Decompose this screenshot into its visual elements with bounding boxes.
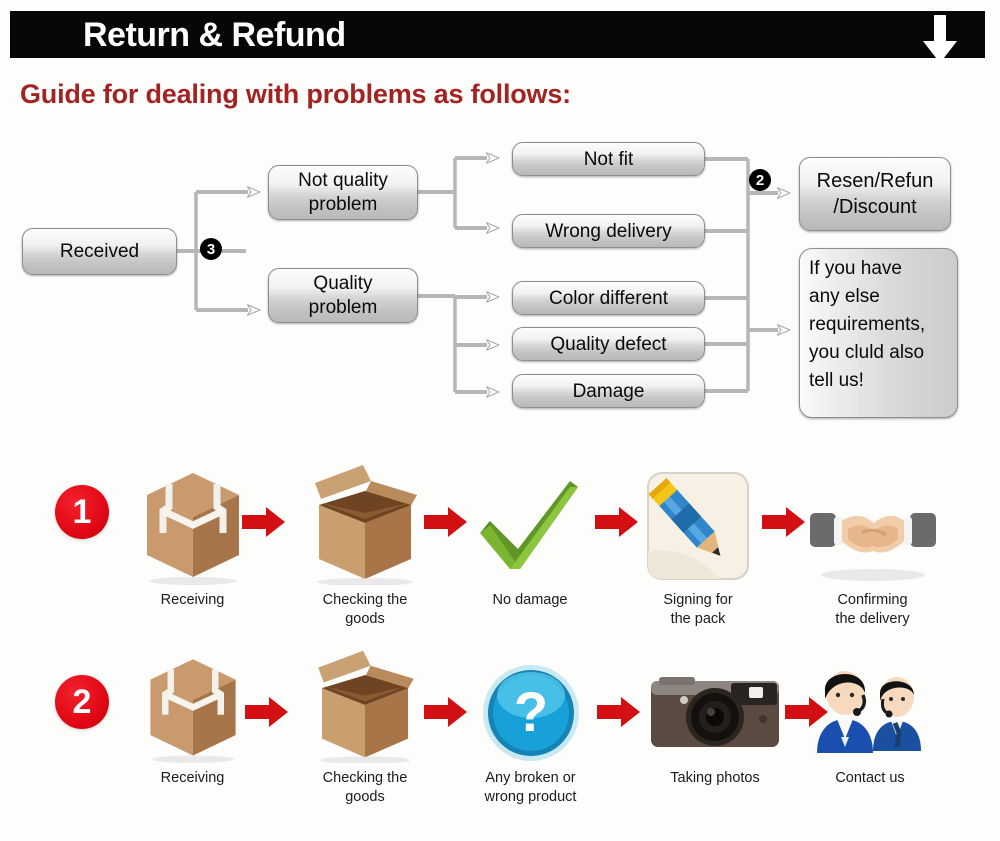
step-item-receiving-1[interactable]: Receiving [130, 455, 255, 610]
badge-two: 2 [749, 169, 771, 191]
step-item-broken-or-wrong-label: Any broken or wrong product [484, 770, 577, 805]
handshake-icon [809, 513, 936, 581]
step-item-receiving-1-label: Receiving [160, 592, 225, 608]
step-item-checking-goods-2-label: Checking the goods [322, 770, 408, 805]
support-people-icon [817, 671, 921, 753]
red-arrow-icon [424, 697, 467, 727]
step-item-taking-photos-label: Taking photos [670, 770, 760, 786]
flow-box-not-quality-problem-label: Not quality problem [298, 169, 388, 215]
step-item-confirming-delivery[interactable]: Confirming the delivery [805, 455, 940, 629]
step-item-checking-goods-2[interactable]: Checking the goods [300, 645, 430, 807]
flow-box-quality-defect[interactable]: Quality defect [512, 327, 705, 361]
step-item-broken-or-wrong[interactable]: ? Any broken or wrong product [468, 645, 593, 807]
open-box-icon [315, 465, 417, 585]
flow-box-damage-label: Damage [572, 380, 645, 402]
step-item-receiving-2-label: Receiving [160, 770, 225, 786]
flow-box-color-different[interactable]: Color different [512, 281, 705, 315]
flow-box-other-requirements[interactable]: If you have any else requirements, you c… [799, 248, 958, 418]
sealed-box-icon [146, 473, 239, 585]
step-item-contact-us-label: Contact us [835, 770, 905, 786]
step-item-no-damage[interactable]: No damage [470, 455, 590, 610]
flow-box-not-fit-label: Not fit [583, 148, 634, 170]
step-item-taking-photos[interactable]: Taking photos [645, 645, 785, 788]
down-arrow-icon [923, 15, 957, 63]
red-arrow-icon [245, 697, 288, 727]
red-arrow-icon [597, 697, 640, 727]
step-item-signing-label: Signing for the pack [663, 592, 733, 627]
sealed-box-icon [149, 659, 236, 763]
flow-box-resend-refund-discount[interactable]: Resen/Refun /Discount [799, 157, 951, 231]
flow-box-quality-problem-label: Quality problem [308, 272, 378, 318]
badge-two-label: 2 [755, 171, 765, 189]
flow-box-wrong-delivery[interactable]: Wrong delivery [512, 214, 705, 248]
step-item-no-damage-label: No damage [492, 592, 568, 608]
flow-box-quality-problem[interactable]: Quality problem [268, 268, 418, 323]
flow-box-resend-refund-discount-label: Resen/Refun /Discount [816, 170, 934, 218]
open-box-icon [318, 650, 414, 763]
red-arrow-icon [242, 507, 285, 537]
step-row-1-number: 1 [55, 485, 109, 539]
step-item-signing[interactable]: Signing for the pack [638, 455, 758, 629]
flow-box-wrong-delivery-label: Wrong delivery [545, 220, 672, 242]
flow-box-color-different-label: Color different [549, 287, 668, 309]
step-row-2: 2 Receiving Checking the goods ? Any bro… [0, 645, 1000, 835]
step-item-receiving-2[interactable]: Receiving [130, 645, 255, 788]
guide-heading: Guide for dealing with problems as follo… [20, 79, 571, 109]
flow-box-other-requirements-label: If you have any else requirements, you c… [809, 258, 926, 391]
step-row-2-number-label: 2 [72, 683, 92, 721]
svg-text:?: ? [513, 680, 547, 743]
step-row-2-number: 2 [55, 675, 109, 729]
flow-box-not-fit[interactable]: Not fit [512, 142, 705, 176]
flow-box-not-quality-problem[interactable]: Not quality problem [268, 165, 418, 220]
flow-box-received[interactable]: Received [22, 228, 177, 275]
green-check-icon [480, 481, 578, 569]
step-row-1-number-label: 1 [72, 493, 92, 531]
red-arrow-icon [595, 507, 638, 537]
step-item-checking-goods-1[interactable]: Checking the goods [300, 455, 430, 629]
step-item-confirming-delivery-label: Confirming the delivery [835, 592, 910, 627]
camera-icon [651, 677, 779, 747]
red-arrow-icon [424, 507, 467, 537]
page-title: Return & Refund [83, 16, 346, 54]
red-arrow-icon [762, 507, 805, 537]
badge-three-label: 3 [206, 240, 216, 258]
flow-box-received-label: Received [59, 241, 140, 262]
flow-box-damage[interactable]: Damage [512, 374, 705, 408]
step-row-1: 1 Receiving Checking the goods No damage… [0, 455, 1000, 645]
step-item-contact-us[interactable]: Contact us [805, 645, 935, 788]
badge-three: 3 [200, 238, 222, 260]
question-mark-icon: ? [482, 665, 579, 761]
pencil-sign-icon [647, 472, 749, 580]
flow-box-quality-defect-label: Quality defect [550, 333, 667, 355]
step-item-checking-goods-1-label: Checking the goods [322, 592, 408, 627]
